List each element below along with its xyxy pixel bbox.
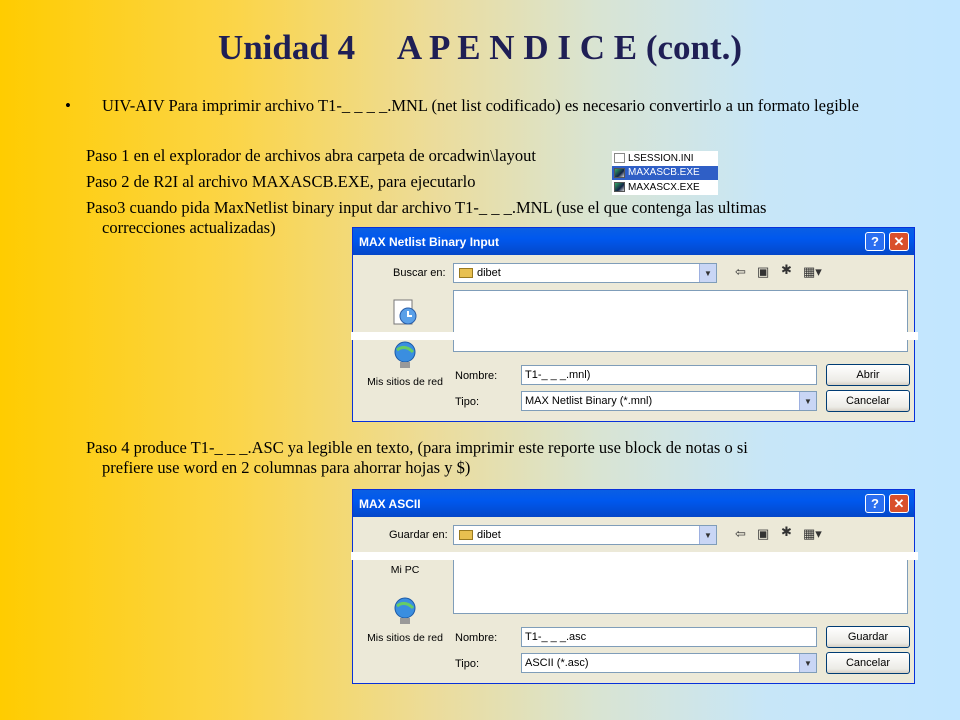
file-name: MAXASCX.EXE xyxy=(628,181,700,193)
place-my-pc-label: Mi PC xyxy=(390,564,420,576)
place-recent[interactable] xyxy=(363,298,447,334)
chevron-down-icon[interactable]: ▼ xyxy=(799,392,816,410)
step-2: Paso 2 de R2I al archivo MAXASCB.EXE, pa… xyxy=(86,172,476,191)
dialog-title: MAX Netlist Binary Input xyxy=(359,234,500,249)
file-type-value: ASCII (*.asc) xyxy=(525,657,589,669)
recent-documents-icon xyxy=(393,299,417,325)
file-list-area[interactable] xyxy=(453,290,908,352)
back-arrow-icon[interactable]: ⇦ xyxy=(735,264,746,280)
open-dialog: MAX Netlist Binary Input ? ✕ Buscar en: … xyxy=(351,227,918,422)
view-menu-icon[interactable]: ▦▾ xyxy=(803,264,822,280)
save-button[interactable]: Guardar xyxy=(826,626,910,648)
network-places-icon xyxy=(394,341,416,368)
new-folder-icon[interactable]: ✱ xyxy=(781,524,792,540)
file-item-lsession[interactable]: LSESSION.INI xyxy=(612,151,718,166)
dialog-titlebar[interactable]: MAX Netlist Binary Input ? ✕ xyxy=(353,228,914,255)
save-dialog: MAX ASCII ? ✕ Guardar en: dibet ▼ ⇦ ▣ ✱ … xyxy=(351,489,918,684)
name-label: Nombre: xyxy=(455,632,498,644)
file-type-value: MAX Netlist Binary (*.mnl) xyxy=(525,395,653,407)
chevron-down-icon[interactable]: ▼ xyxy=(699,526,716,544)
step-1: Paso 1 en el explorador de archivos abra… xyxy=(86,146,536,165)
exe-file-icon xyxy=(614,167,625,178)
step-4: Paso 4 produce T1-_ _ _.ASC ya legible e… xyxy=(86,438,896,478)
look-in-label: Buscar en: xyxy=(393,267,446,279)
file-type-select[interactable]: ASCII (*.asc) ▼ xyxy=(521,653,817,673)
new-folder-icon[interactable]: ✱ xyxy=(781,262,792,278)
help-button[interactable]: ? xyxy=(865,494,885,513)
file-item-maxascx[interactable]: MAXASCX.EXE xyxy=(612,180,718,195)
cancel-button[interactable]: Cancelar xyxy=(826,390,910,412)
place-network[interactable]: Mis sitios de red xyxy=(363,596,447,644)
network-places-icon xyxy=(394,597,416,624)
bullet-marker: • xyxy=(65,96,71,115)
slide-title: Unidad 4 A P E N D I C E (cont.) xyxy=(217,28,743,67)
file-item-maxascb[interactable]: MAXASCB.EXE xyxy=(612,165,718,180)
close-button[interactable]: ✕ xyxy=(889,232,909,251)
file-list: LSESSION.INI MAXASCB.EXE MAXASCX.EXE xyxy=(612,151,718,195)
place-my-pc[interactable]: Mi PC xyxy=(363,564,447,576)
view-menu-icon[interactable]: ▦▾ xyxy=(803,526,822,542)
open-button[interactable]: Abrir xyxy=(826,364,910,386)
torn-edge xyxy=(351,552,918,560)
step-4-line-2: prefiere use word en 2 columnas para aho… xyxy=(102,458,471,477)
file-type-select[interactable]: MAX Netlist Binary (*.mnl) ▼ xyxy=(521,391,817,411)
exe-file-icon xyxy=(614,182,625,193)
up-folder-icon[interactable]: ▣ xyxy=(757,526,769,542)
place-network[interactable]: Mis sitios de red xyxy=(363,340,447,388)
folder-name: dibet xyxy=(477,267,501,279)
close-button[interactable]: ✕ xyxy=(889,494,909,513)
folder-icon xyxy=(459,530,473,540)
chevron-down-icon[interactable]: ▼ xyxy=(699,264,716,282)
file-name: MAXASCB.EXE xyxy=(628,167,700,179)
place-network-label: Mis sitios de red xyxy=(367,376,443,388)
filename-input[interactable]: T1-_ _ _.asc xyxy=(521,627,817,647)
chevron-down-icon[interactable]: ▼ xyxy=(799,654,816,672)
file-list-area[interactable] xyxy=(453,552,908,614)
torn-edge xyxy=(351,332,918,340)
bullet-text: UIV-AIV Para imprimir archivo T1-_ _ _ _… xyxy=(102,96,859,115)
step-3-line-1: Paso3 cuando pida MaxNetlist binary inpu… xyxy=(86,198,767,217)
folder-icon xyxy=(459,268,473,278)
look-in-combo[interactable]: dibet ▼ xyxy=(453,263,717,283)
type-label: Tipo: xyxy=(455,658,480,670)
back-arrow-icon[interactable]: ⇦ xyxy=(735,526,746,542)
step-4-line-1: Paso 4 produce T1-_ _ _.ASC ya legible e… xyxy=(86,438,748,457)
cancel-button[interactable]: Cancelar xyxy=(826,652,910,674)
type-label: Tipo: xyxy=(455,396,480,408)
save-in-label: Guardar en: xyxy=(389,529,448,541)
ini-file-icon xyxy=(614,153,625,164)
dialog-titlebar[interactable]: MAX ASCII ? ✕ xyxy=(353,490,914,517)
filename-input[interactable]: T1-_ _ _.mnl) xyxy=(521,365,817,385)
name-label: Nombre: xyxy=(455,370,498,382)
dialog-title: MAX ASCII xyxy=(359,496,421,511)
folder-name: dibet xyxy=(477,529,501,541)
file-name: LSESSION.INI xyxy=(628,152,694,164)
up-folder-icon[interactable]: ▣ xyxy=(757,264,769,280)
place-network-label: Mis sitios de red xyxy=(367,632,443,644)
save-in-combo[interactable]: dibet ▼ xyxy=(453,525,717,545)
help-button[interactable]: ? xyxy=(865,232,885,251)
